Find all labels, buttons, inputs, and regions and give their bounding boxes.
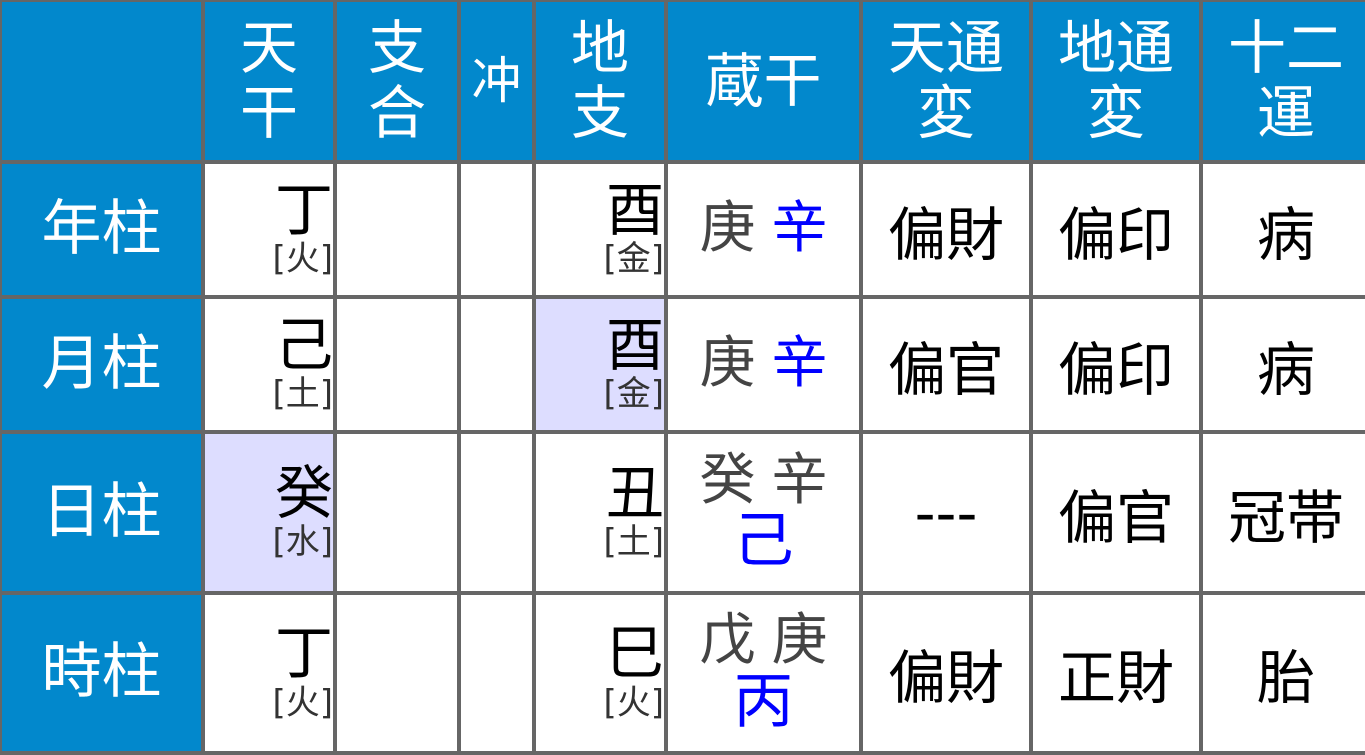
zokan-cell: 戊庚丙 (664, 591, 863, 755)
juniun-cell: 病 (1199, 160, 1365, 299)
chishi-char: 酉 (605, 310, 664, 379)
tentsuhen-cell: 偏官 (859, 295, 1033, 434)
juniun-cell: 病 (1199, 295, 1365, 434)
header-tenkan: 天 干 (201, 0, 337, 164)
zokan-cell: 庚辛 (664, 160, 863, 299)
header-shigo-line2: 合 (367, 79, 426, 147)
chishi-char: 丑 (605, 458, 664, 527)
header-tenkan-line1: 天 (239, 14, 298, 83)
zokan-sub-qi: 辛 (771, 447, 828, 513)
chishi-char: 巳 (605, 619, 664, 687)
zokan-line: 庚辛 (670, 334, 857, 394)
zokan-main-qi: 辛 (771, 196, 828, 262)
header-juniun: 十二 運 (1199, 0, 1365, 164)
tenkan-char: 己 (274, 310, 333, 379)
header-shigo-line1: 支 (367, 14, 426, 83)
pillar-row: 年柱 丁 [火] 酉 [金] 庚辛 偏財 偏印 病 (0, 160, 1365, 299)
chishi-cell: 酉 [金] (532, 295, 668, 434)
header-chishi-line2: 支 (570, 79, 629, 147)
tenkan-element: [土] (272, 374, 333, 415)
meishiki-table: 天 干 支 合 冲 地 支 蔵干 天通 変 地通 変 十二 運 年柱 丁 [火]… (0, 0, 1365, 755)
zokan-line: 庚辛 (670, 199, 857, 259)
chishi-element: [土] (603, 522, 664, 563)
header-chitsuhen: 地通 変 (1029, 0, 1203, 164)
corner-header (0, 0, 205, 164)
tenkan-char: 癸 (274, 458, 333, 527)
zokan-line: 戊庚 (670, 611, 857, 671)
shigo-cell (333, 295, 461, 434)
chu-cell (457, 160, 536, 299)
header-juniun-line2: 運 (1256, 79, 1315, 147)
zokan-sub-qi: 癸 (699, 447, 756, 513)
pillar-label: 年柱 (0, 160, 205, 299)
zokan-sub-qi: 庚 (771, 608, 828, 674)
chu-cell (457, 430, 536, 595)
chishi-element: [火] (603, 682, 664, 723)
tenkan-char: 丁 (274, 175, 333, 244)
shigo-cell (333, 160, 461, 299)
chishi-element: [金] (603, 239, 664, 280)
tentsuhen-cell: --- (859, 430, 1033, 595)
header-row: 天 干 支 合 冲 地 支 蔵干 天通 変 地通 変 十二 運 (0, 0, 1365, 164)
header-chitsuhen-line1: 地通 (1057, 14, 1174, 83)
zokan-main-qi: 丙 (733, 666, 794, 737)
zokan-main-qi: 辛 (771, 331, 828, 397)
juniun-cell: 胎 (1199, 591, 1365, 755)
tenkan-cell: 癸 [水] (201, 430, 337, 595)
pillar-rows: 年柱 丁 [火] 酉 [金] 庚辛 偏財 偏印 病 月柱 己 [土] 酉 [金]… (0, 160, 1365, 755)
tenkan-element: [火] (272, 239, 333, 280)
tenkan-element: [火] (272, 682, 333, 723)
zokan-cell: 庚辛 (664, 295, 863, 434)
header-tenkan-line2: 干 (239, 79, 298, 147)
tentsuhen-cell: 偏財 (859, 160, 1033, 299)
header-chitsuhen-line2: 変 (1086, 79, 1145, 147)
juniun-cell: 冠帯 (1199, 430, 1365, 595)
chishi-char: 酉 (605, 175, 664, 244)
zokan-main-qi: 己 (733, 506, 794, 577)
header-shigo: 支 合 (333, 0, 461, 164)
zokan-sub-qi: 庚 (699, 196, 756, 262)
header-chu: 冲 (457, 0, 536, 164)
tenkan-element: [水] (272, 522, 333, 563)
tentsuhen-cell: 偏財 (859, 591, 1033, 755)
chitsuhen-cell: 正財 (1029, 591, 1203, 755)
header-tentsuhen-line1: 天通 (887, 14, 1004, 83)
pillar-row: 時柱 丁 [火] 巳 [火] 戊庚丙 偏財 正財 胎 (0, 591, 1365, 755)
chishi-element: [金] (603, 374, 664, 415)
header-chishi: 地 支 (532, 0, 668, 164)
chishi-cell: 巳 [火] (532, 591, 668, 755)
tenkan-cell: 丁 [火] (201, 591, 337, 755)
pillar-row: 月柱 己 [土] 酉 [金] 庚辛 偏官 偏印 病 (0, 295, 1365, 434)
chu-cell (457, 591, 536, 755)
chitsuhen-cell: 偏印 (1029, 295, 1203, 434)
tenkan-char: 丁 (274, 619, 333, 687)
tenkan-cell: 己 [土] (201, 295, 337, 434)
shigo-cell (333, 430, 461, 595)
zokan-cell: 癸辛己 (664, 430, 863, 595)
pillar-label: 日柱 (0, 430, 205, 595)
pillar-label: 月柱 (0, 295, 205, 434)
chishi-cell: 酉 [金] (532, 160, 668, 299)
zokan-line: 癸辛 (670, 451, 857, 511)
header-juniun-line1: 十二 (1227, 14, 1344, 83)
chu-cell (457, 295, 536, 434)
zokan-sub-qi: 戊 (699, 608, 756, 674)
chitsuhen-cell: 偏印 (1029, 160, 1203, 299)
chitsuhen-cell: 偏官 (1029, 430, 1203, 595)
chishi-cell: 丑 [土] (532, 430, 668, 595)
zokan-sub-qi: 庚 (699, 331, 756, 397)
header-chishi-line1: 地 (570, 14, 629, 83)
header-zokan: 蔵干 (664, 0, 863, 164)
header-tentsuhen-line2: 変 (916, 79, 975, 147)
tenkan-cell: 丁 [火] (201, 160, 337, 299)
pillar-row: 日柱 癸 [水] 丑 [土] 癸辛己 --- 偏官 冠帯 (0, 430, 1365, 595)
pillar-label: 時柱 (0, 591, 205, 755)
header-tentsuhen: 天通 変 (859, 0, 1033, 164)
shigo-cell (333, 591, 461, 755)
